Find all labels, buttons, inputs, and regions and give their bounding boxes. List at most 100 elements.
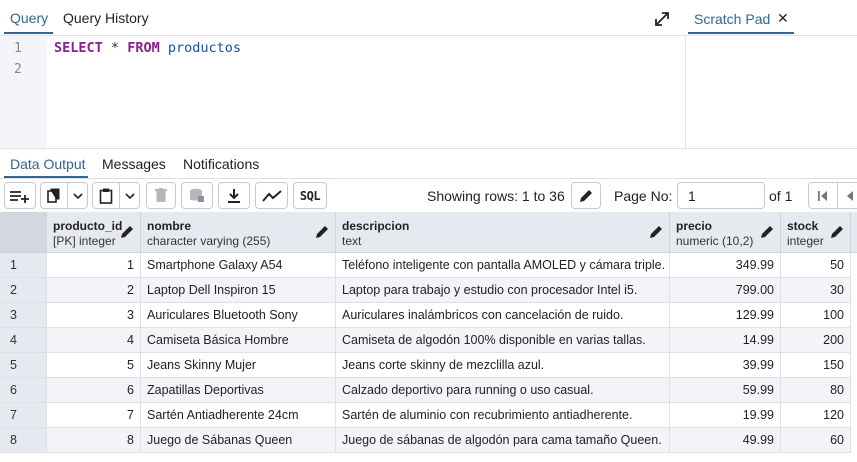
- page-number-label: Page No:: [614, 188, 673, 204]
- cell-precio[interactable]: 19.99: [670, 403, 781, 428]
- cell-descripcion[interactable]: Teléfono inteligente con pantalla AMOLED…: [336, 253, 670, 278]
- cell-descripcion[interactable]: Sartén de aluminio con recubrimiento ant…: [336, 403, 670, 428]
- sql-keyword: FROM: [127, 40, 160, 56]
- column-name: producto_id: [53, 219, 123, 233]
- row-number[interactable]: 7: [0, 403, 47, 428]
- cell-producto-id[interactable]: 2: [47, 278, 141, 303]
- row-number-header[interactable]: [0, 212, 47, 253]
- tab-messages[interactable]: Messages: [102, 156, 166, 172]
- pencil-icon[interactable]: [830, 225, 844, 239]
- copy-options-dropdown[interactable]: [68, 182, 88, 209]
- cell-producto-id[interactable]: 6: [47, 378, 141, 403]
- tab-query[interactable]: Query: [10, 10, 48, 26]
- column-header-producto-id[interactable]: producto_id [PK] integer: [47, 212, 141, 253]
- save-data-button[interactable]: [181, 182, 213, 209]
- cell-descripcion[interactable]: Calzado deportivo para running o uso cas…: [336, 378, 670, 403]
- column-header-descripcion[interactable]: descripcion text: [336, 212, 670, 253]
- cell-precio[interactable]: 129.99: [670, 303, 781, 328]
- cell-precio[interactable]: 14.99: [670, 328, 781, 353]
- table-row[interactable]: 2 2 Laptop Dell Inspiron 15 Laptop para …: [0, 278, 857, 303]
- cell-producto-id[interactable]: 3: [47, 303, 141, 328]
- paste-button[interactable]: [92, 182, 120, 209]
- cell-stock[interactable]: 50: [781, 253, 851, 278]
- pencil-icon[interactable]: [120, 225, 134, 239]
- cell-descripcion[interactable]: Auriculares inalámbricos con cancelación…: [336, 303, 670, 328]
- cell-nombre[interactable]: Zapatillas Deportivas: [141, 378, 336, 403]
- sql-editor[interactable]: 1 2 SELECT * FROM productos: [0, 36, 685, 148]
- column-header-nombre[interactable]: nombre character varying (255): [141, 212, 336, 253]
- copy-button[interactable]: [40, 182, 68, 209]
- add-row-icon: [10, 190, 29, 203]
- delete-row-button[interactable]: [146, 182, 176, 209]
- column-header-next[interactable]: [851, 212, 857, 253]
- pencil-icon[interactable]: [649, 225, 663, 239]
- tab-notifications[interactable]: Notifications: [183, 156, 259, 172]
- cell-nombre[interactable]: Jeans Skinny Mujer: [141, 353, 336, 378]
- table-row[interactable]: 3 3 Auriculares Bluetooth Sony Auricular…: [0, 303, 857, 328]
- table-row[interactable]: 4 4 Camiseta Básica Hombre Camiseta de a…: [0, 328, 857, 353]
- row-number[interactable]: 1: [0, 253, 47, 278]
- sql-button[interactable]: SQL: [293, 182, 327, 209]
- cell-precio[interactable]: 59.99: [670, 378, 781, 403]
- cell-precio[interactable]: 799.00: [670, 278, 781, 303]
- rows-count-label: Showing rows: 1 to 36: [427, 188, 565, 204]
- table-row[interactable]: 7 7 Sartén Antiadherente 24cm Sartén de …: [0, 403, 857, 428]
- cell-stock[interactable]: 200: [781, 328, 851, 353]
- cell-stock[interactable]: 150: [781, 353, 851, 378]
- column-type: numeric (10,2): [676, 234, 754, 248]
- first-page-button[interactable]: [808, 182, 838, 209]
- row-number[interactable]: 3: [0, 303, 47, 328]
- row-number[interactable]: 4: [0, 328, 47, 353]
- column-header-precio[interactable]: precio numeric (10,2): [670, 212, 781, 253]
- row-number[interactable]: 6: [0, 378, 47, 403]
- expand-icon[interactable]: [652, 9, 672, 29]
- cell-stock[interactable]: 120: [781, 403, 851, 428]
- cell-nombre[interactable]: Laptop Dell Inspiron 15: [141, 278, 336, 303]
- graph-visualiser-button[interactable]: [255, 182, 288, 209]
- previous-page-button[interactable]: [838, 182, 857, 209]
- row-number[interactable]: 5: [0, 353, 47, 378]
- close-icon[interactable]: ✕: [777, 10, 789, 27]
- cell-stock[interactable]: 100: [781, 303, 851, 328]
- tab-data-output[interactable]: Data Output: [10, 156, 86, 172]
- cell-producto-id[interactable]: 5: [47, 353, 141, 378]
- cell-precio[interactable]: 49.99: [670, 428, 781, 453]
- page-number-input[interactable]: [677, 182, 765, 209]
- cell-precio[interactable]: 39.99: [670, 353, 781, 378]
- row-number[interactable]: 8: [0, 428, 47, 453]
- tab-query-history[interactable]: Query History: [63, 10, 149, 26]
- clipboard-icon: [99, 188, 113, 204]
- table-row[interactable]: 1 1 Smartphone Galaxy A54 Teléfono intel…: [0, 253, 857, 278]
- cell-nombre[interactable]: Smartphone Galaxy A54: [141, 253, 336, 278]
- table-row[interactable]: 6 6 Zapatillas Deportivas Calzado deport…: [0, 378, 857, 403]
- cell-producto-id[interactable]: 1: [47, 253, 141, 278]
- scratch-pad-tab[interactable]: Scratch Pad ✕: [686, 0, 857, 36]
- cell-descripcion[interactable]: Jeans corte skinny de mezclilla azul.: [336, 353, 670, 378]
- cell-descripcion[interactable]: Camiseta de algodón 100% disponible en v…: [336, 328, 670, 353]
- download-button[interactable]: [218, 182, 250, 209]
- cell-producto-id[interactable]: 4: [47, 328, 141, 353]
- add-row-button[interactable]: [4, 182, 36, 209]
- cell-nombre[interactable]: Camiseta Básica Hombre: [141, 328, 336, 353]
- pencil-icon: [580, 189, 592, 202]
- row-number[interactable]: 2: [0, 278, 47, 303]
- pencil-icon[interactable]: [760, 225, 774, 239]
- cell-descripcion[interactable]: Juego de sábanas de algodón para cama ta…: [336, 428, 670, 453]
- cell-producto-id[interactable]: 8: [47, 428, 141, 453]
- column-header-stock[interactable]: stock integer: [781, 212, 851, 253]
- cell-nombre[interactable]: Juego de Sábanas Queen: [141, 428, 336, 453]
- pencil-icon[interactable]: [315, 225, 329, 239]
- table-row[interactable]: 8 8 Juego de Sábanas Queen Juego de sába…: [0, 428, 857, 453]
- cell-stock[interactable]: 60: [781, 428, 851, 453]
- edit-rows-button[interactable]: [571, 182, 601, 209]
- cell-stock[interactable]: 30: [781, 278, 851, 303]
- paste-options-dropdown[interactable]: [120, 182, 140, 209]
- cell-producto-id[interactable]: 7: [47, 403, 141, 428]
- cell-descripcion[interactable]: Laptop para trabajo y estudio con proces…: [336, 278, 670, 303]
- cell-stock[interactable]: 80: [781, 378, 851, 403]
- cell-nombre[interactable]: Auriculares Bluetooth Sony: [141, 303, 336, 328]
- cell-nombre[interactable]: Sartén Antiadherente 24cm: [141, 403, 336, 428]
- sql-code-line[interactable]: SELECT * FROM productos: [54, 40, 241, 56]
- table-row[interactable]: 5 5 Jeans Skinny Mujer Jeans corte skinn…: [0, 353, 857, 378]
- cell-precio[interactable]: 349.99: [670, 253, 781, 278]
